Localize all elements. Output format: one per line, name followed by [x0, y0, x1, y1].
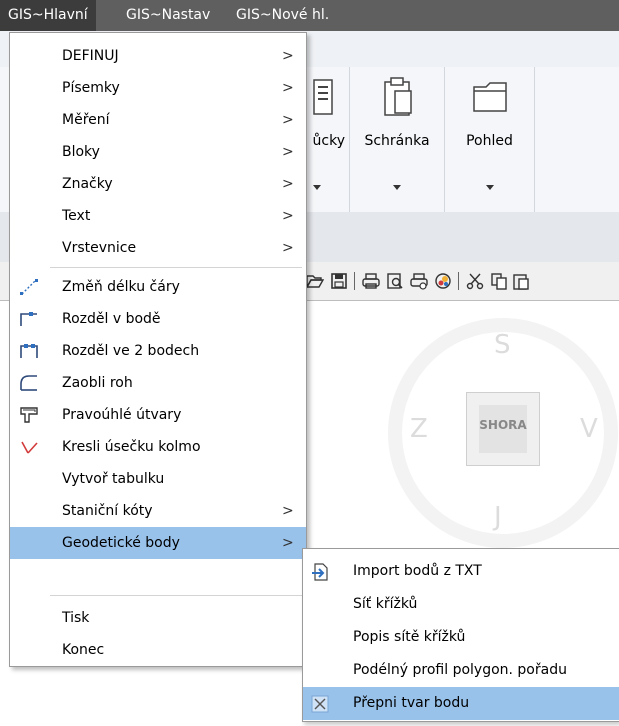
submenu-arrow-icon: >	[282, 48, 294, 64]
submenu-arrow-icon: >	[282, 176, 294, 192]
menu-item-label: Značky	[62, 176, 113, 192]
menu-item-bloky[interactable]: Bloky >	[10, 136, 306, 168]
toolbar-separator	[458, 272, 459, 290]
ribbon-panel-label: Schránka	[364, 133, 430, 149]
menu-item-label: Kresli úsečku kolmo	[62, 439, 201, 455]
cross-icon	[311, 695, 329, 713]
menu-item-rozdel-v-bode[interactable]: Rozděl v bodě	[10, 303, 306, 335]
submenu-item-label: Síť křížků	[353, 596, 418, 612]
menu-item-mereni[interactable]: Měření >	[10, 104, 306, 136]
menu-item-label: Změň délku čáry	[62, 279, 180, 295]
submenu-arrow-icon: >	[282, 240, 294, 256]
menu-item-label: Pravoúhlé útvary	[62, 407, 182, 423]
menu-item-label: Vytvoř tabulku	[62, 471, 165, 487]
submenu-item-label: Import bodů z TXT	[353, 563, 482, 579]
submenu-arrow-icon: >	[282, 503, 294, 519]
submenu-item-label: Popis sítě křížků	[353, 629, 466, 645]
viewcube-face-label: SHORA	[479, 418, 527, 432]
menu-item-label: Geodetické body	[62, 535, 180, 551]
menubar-item-gis-nove[interactable]: GIS~Nové hl.	[228, 0, 337, 31]
menu-item-rozdel-ve-2-bodech[interactable]: Rozděl ve 2 bodech	[10, 335, 306, 367]
print-icon[interactable]	[362, 272, 380, 290]
menu-separator	[50, 595, 302, 596]
submenu-item-sit-krizku[interactable]: Síť křížků	[303, 588, 619, 621]
menu-item-label: Rozděl ve 2 bodech	[62, 343, 200, 359]
submenu-item-label: Podélný profil polygon. pořadu	[353, 662, 567, 678]
menu-item-label: Bloky	[62, 144, 100, 160]
geodeticke-body-submenu: Import bodů z TXT Síť křížků Popis sítě …	[302, 548, 619, 722]
menu-item-label: DEFINUJ	[62, 48, 119, 64]
submenu-item-podelny-profil[interactable]: Podélný profil polygon. pořadu	[303, 654, 619, 687]
menu-item-label: Konec	[62, 642, 105, 658]
menu-item-tisk[interactable]: Tisk	[10, 602, 306, 634]
menu-item-pravouhle-utvary[interactable]: Pravoúhlé útvary	[10, 399, 306, 431]
gis-hlavni-menu: DEFINUJ > Písemky > Měření > Bloky > Zna…	[9, 32, 307, 667]
chevron-down-icon	[485, 185, 494, 190]
print-preview-icon[interactable]	[386, 272, 404, 290]
open-folder-icon[interactable]	[306, 272, 324, 290]
menu-item-vrstevnice[interactable]: Vrstevnice >	[10, 232, 306, 264]
menu-item-label: Text	[62, 208, 91, 224]
panel-partial-icon	[313, 79, 333, 115]
submenu-item-label: Přepni tvar bodu	[353, 695, 470, 711]
perpendicular-line-icon	[21, 441, 38, 454]
menu-item-znacky[interactable]: Značky >	[10, 168, 306, 200]
chevron-down-icon	[393, 185, 401, 190]
menu-item-pisemky[interactable]: Písemky >	[10, 72, 306, 104]
menu-item-label: Písemky	[62, 80, 120, 96]
menu-item-zmen-delku-cary[interactable]: Změň délku čáry	[10, 271, 306, 303]
menu-item-label: Měření	[62, 112, 110, 128]
view-icon	[473, 82, 507, 112]
menu-item-text[interactable]: Text >	[10, 200, 306, 232]
fillet-icon	[20, 375, 37, 391]
import-icon	[312, 563, 328, 581]
menubar-item-gis-hlavni[interactable]: GIS~Hlavní	[0, 0, 96, 31]
submenu-item-prepni-tvar-bodu[interactable]: Přepni tvar bodu	[303, 687, 619, 720]
ribbon-panel-label: Pohled	[466, 133, 513, 149]
menu-item-konec[interactable]: Konec	[10, 634, 306, 666]
menu-item-label: Rozděl v bodě	[62, 311, 161, 327]
submenu-arrow-icon: >	[282, 208, 294, 224]
menu-item-label: Tisk	[62, 610, 90, 626]
ribbon-panel-view[interactable]: Pohled	[445, 67, 535, 212]
toolbar-separator	[354, 272, 355, 290]
menu-item-kresli-usecku-kolmo[interactable]: Kresli úsečku kolmo	[10, 431, 306, 463]
menu-item-vytvor-tabulku[interactable]: Vytvoř tabulku	[10, 463, 306, 495]
paste-icon[interactable]	[512, 272, 530, 290]
publish-icon[interactable]	[434, 272, 452, 290]
ribbon-panel-clipboard[interactable]: Schránka	[350, 67, 445, 212]
split-two-points-icon	[20, 344, 38, 358]
submenu-arrow-icon: >	[282, 80, 294, 96]
viewcube-face[interactable]: SHORA	[466, 392, 540, 466]
menu-item-zaobli-roh[interactable]: Zaobli roh	[10, 367, 306, 399]
submenu-arrow-icon: >	[282, 535, 294, 551]
submenu-item-popis-site-krizku[interactable]: Popis sítě křížků	[303, 621, 619, 654]
menu-item-label: Vrstevnice	[62, 240, 137, 256]
menu-separator	[50, 267, 302, 268]
menu-item-stanicni-koty[interactable]: Staniční kóty >	[10, 495, 306, 527]
menu-item-geodeticke-body[interactable]: Geodetické body >	[10, 527, 306, 559]
viewcube-west[interactable]: Z	[410, 414, 428, 444]
copy-icon[interactable]	[490, 272, 508, 290]
viewcube-south[interactable]: J	[494, 502, 502, 532]
menu-item-label: Zaobli roh	[62, 375, 133, 391]
menu-item-definuj[interactable]: DEFINUJ >	[10, 40, 306, 72]
save-icon[interactable]	[330, 272, 348, 290]
line-length-icon	[20, 279, 38, 295]
menu-item-label: Staniční kóty	[62, 503, 153, 519]
submenu-item-import-bodu[interactable]: Import bodů z TXT	[303, 555, 619, 588]
clipboard-icon	[384, 77, 412, 116]
menubar-item-gis-nastav[interactable]: GIS~Nastav	[118, 0, 218, 31]
chevron-down-icon	[313, 185, 322, 190]
menubar: GIS~Hlavní GIS~Nastav GIS~Nové hl.	[0, 0, 619, 31]
submenu-arrow-icon: >	[282, 144, 294, 160]
viewcube-north[interactable]: S	[494, 330, 511, 360]
split-point-icon	[20, 312, 37, 326]
orthogonal-shapes-icon	[20, 407, 38, 423]
plot-icon[interactable]	[410, 272, 428, 290]
submenu-arrow-icon: >	[282, 112, 294, 128]
viewcube-east[interactable]: V	[580, 414, 598, 444]
cut-icon[interactable]	[466, 272, 484, 290]
